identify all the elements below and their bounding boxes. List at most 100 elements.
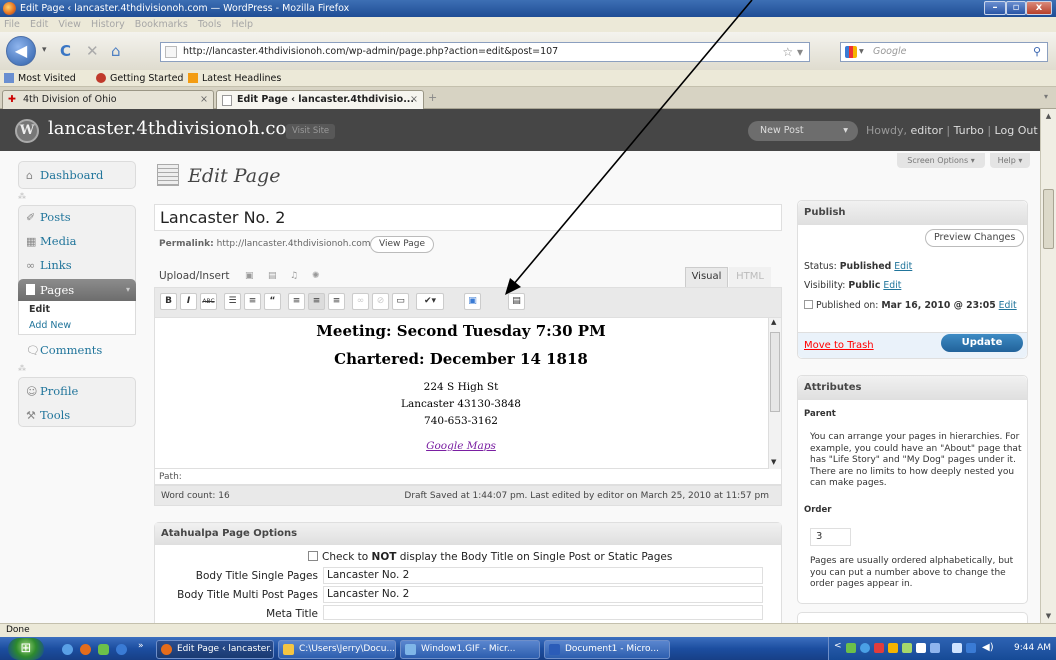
sidebar-item-links[interactable]: ∞ Links bbox=[26, 258, 72, 272]
editor-scrollbar[interactable]: ▲ ▼ bbox=[768, 318, 781, 469]
sidebar-item-posts[interactable]: ✐ Posts bbox=[26, 210, 71, 224]
bookmark-most-visited[interactable]: Most Visited bbox=[4, 70, 76, 87]
add-image-icon[interactable]: ▣ bbox=[245, 271, 254, 281]
kitchen-sink-button[interactable]: ▤ bbox=[508, 293, 525, 310]
search-bar[interactable]: ▾ Google ⚲ bbox=[840, 42, 1048, 62]
hide-body-title-checkbox[interactable] bbox=[308, 551, 318, 561]
scroll-down-icon[interactable]: ▼ bbox=[771, 458, 776, 466]
move-to-trash-link[interactable]: Move to Trash bbox=[804, 340, 874, 351]
submenu-add-new[interactable]: Add New bbox=[29, 320, 71, 331]
editor-scroll-thumb[interactable] bbox=[770, 332, 780, 412]
menu-view[interactable]: View bbox=[58, 19, 81, 30]
add-media-icon[interactable]: ✺ bbox=[312, 271, 320, 281]
user-link[interactable]: editor bbox=[911, 124, 943, 137]
visit-site-button[interactable]: Visit Site bbox=[286, 124, 336, 139]
page-scrollbar[interactable]: ▲ ▼ bbox=[1040, 109, 1056, 623]
post-title-input[interactable]: Lancaster No. 2 bbox=[154, 204, 782, 231]
view-page-button[interactable]: View Page bbox=[370, 236, 435, 253]
chevron-down-icon[interactable]: ▾ bbox=[126, 279, 130, 301]
tray-icon[interactable] bbox=[874, 643, 884, 653]
menu-help[interactable]: Help bbox=[231, 19, 253, 30]
tray-icon[interactable] bbox=[916, 643, 926, 653]
update-button[interactable]: Update bbox=[941, 334, 1023, 352]
tab-edit-page[interactable]: Edit Page ‹ lancaster.4thdivisio... × bbox=[216, 90, 424, 109]
submenu-edit[interactable]: Edit bbox=[29, 304, 50, 315]
sidebar-item-tools[interactable]: ⚒ Tools bbox=[26, 408, 70, 422]
bookmark-getting-started[interactable]: Getting Started bbox=[96, 70, 183, 87]
network-icon[interactable] bbox=[952, 643, 962, 653]
search-icon[interactable]: ⚲ bbox=[1033, 43, 1041, 61]
align-right-button[interactable]: ≡ bbox=[328, 293, 345, 310]
tab-close-icon[interactable]: × bbox=[410, 91, 418, 109]
show-desktop-icon[interactable] bbox=[62, 644, 73, 655]
unlink-button[interactable]: ⊘ bbox=[372, 293, 389, 310]
body-title-multi-input[interactable]: Lancaster No. 2 bbox=[323, 586, 763, 603]
insert-link-button[interactable]: ∞ bbox=[352, 293, 369, 310]
tray-icon[interactable] bbox=[966, 643, 976, 653]
new-post-button[interactable]: New Post ▾ bbox=[748, 121, 858, 141]
menu-tools[interactable]: Tools bbox=[198, 19, 221, 30]
tab-html[interactable]: HTML bbox=[729, 267, 771, 287]
scroll-thumb[interactable] bbox=[1043, 189, 1054, 249]
screen-options-button[interactable]: Screen Options ▾ bbox=[897, 153, 985, 168]
bookmark-latest-headlines[interactable]: Latest Headlines bbox=[188, 70, 281, 87]
logout-link[interactable]: Log Out bbox=[995, 124, 1038, 137]
ie-quicklaunch-icon[interactable] bbox=[116, 644, 127, 655]
preview-changes-button[interactable]: Preview Changes bbox=[925, 229, 1025, 247]
taskbar-item-word[interactable]: Document1 - Micro... bbox=[544, 640, 670, 659]
tray-icon[interactable] bbox=[888, 643, 898, 653]
quicklaunch-overflow[interactable]: » bbox=[138, 641, 144, 651]
sidebar-item-comments[interactable]: 🗨Comments bbox=[26, 343, 102, 357]
scroll-up-icon[interactable]: ▲ bbox=[1041, 109, 1056, 123]
order-input[interactable]: 3 bbox=[810, 528, 851, 546]
google-maps-link[interactable]: Google Maps bbox=[154, 440, 768, 452]
sidebar-item-pages[interactable]: Pages ▾ bbox=[18, 279, 136, 301]
site-name[interactable]: lancaster.4thdivisionoh.com bbox=[48, 118, 303, 139]
maximize-icon[interactable]: ▫ bbox=[1006, 1, 1026, 15]
minimize-icon[interactable]: – bbox=[984, 1, 1006, 15]
bold-button[interactable]: B bbox=[160, 293, 177, 310]
start-button[interactable]: ⊞ bbox=[8, 638, 44, 660]
quicklaunch-icon[interactable] bbox=[98, 644, 109, 655]
body-title-single-input[interactable]: Lancaster No. 2 bbox=[323, 567, 763, 584]
fullscreen-button[interactable]: ▣ bbox=[464, 293, 481, 310]
sidebar-item-profile[interactable]: ☺ Profile bbox=[26, 384, 78, 398]
bookmark-star-icon[interactable]: ☆ ▾ bbox=[782, 43, 803, 61]
edit-date-link[interactable]: Edit bbox=[999, 300, 1017, 311]
scroll-down-icon[interactable]: ▼ bbox=[1041, 609, 1056, 623]
attributes-title[interactable]: Attributes bbox=[798, 376, 1027, 400]
strikethrough-button[interactable]: ABC bbox=[200, 293, 217, 310]
edit-status-link[interactable]: Edit bbox=[894, 261, 912, 272]
sidebar-item-dashboard[interactable]: ⌂ Dashboard bbox=[26, 168, 103, 182]
menu-history[interactable]: History bbox=[91, 19, 125, 30]
taskbar-item-paint[interactable]: Window1.GIF - Micr... bbox=[400, 640, 540, 659]
help-button[interactable]: Help ▾ bbox=[990, 153, 1030, 168]
volume-icon[interactable]: ◀) bbox=[982, 642, 994, 653]
blockquote-button[interactable]: “ bbox=[264, 293, 281, 310]
reload-icon[interactable]: C bbox=[60, 42, 71, 60]
taskbar-item-folder[interactable]: C:\Users\Jerry\Docu... bbox=[278, 640, 396, 659]
google-icon[interactable] bbox=[845, 46, 857, 58]
atahualpa-options-title[interactable]: Atahualpa Page Options bbox=[155, 523, 781, 545]
chevron-down-icon[interactable]: ▾ bbox=[843, 121, 848, 141]
add-video-icon[interactable]: ▤ bbox=[268, 271, 277, 281]
tray-icon[interactable] bbox=[930, 643, 940, 653]
tab-list-icon[interactable]: ▾ bbox=[1044, 92, 1048, 101]
tray-expand-icon[interactable]: < bbox=[834, 641, 842, 651]
numbered-list-button[interactable]: ≡ bbox=[244, 293, 261, 310]
tray-icon[interactable] bbox=[846, 643, 856, 653]
url-bar[interactable]: http://lancaster.4thdivisionoh.com/wp-ad… bbox=[160, 42, 810, 62]
new-tab-button[interactable]: + bbox=[428, 91, 437, 104]
tab-visual[interactable]: Visual bbox=[685, 267, 728, 287]
align-center-button[interactable]: ≡ bbox=[308, 293, 325, 310]
menu-file[interactable]: File bbox=[4, 19, 20, 30]
meta-title-input[interactable] bbox=[323, 605, 763, 620]
italic-button[interactable]: I bbox=[180, 293, 197, 310]
tray-icon[interactable] bbox=[902, 643, 912, 653]
firefox-quicklaunch-icon[interactable] bbox=[80, 644, 91, 655]
align-left-button[interactable]: ≡ bbox=[288, 293, 305, 310]
stop-icon[interactable]: ✕ bbox=[86, 42, 99, 60]
publish-title[interactable]: Publish bbox=[798, 201, 1027, 225]
scroll-up-icon[interactable]: ▲ bbox=[771, 318, 776, 326]
turbo-link[interactable]: Turbo bbox=[954, 124, 984, 137]
